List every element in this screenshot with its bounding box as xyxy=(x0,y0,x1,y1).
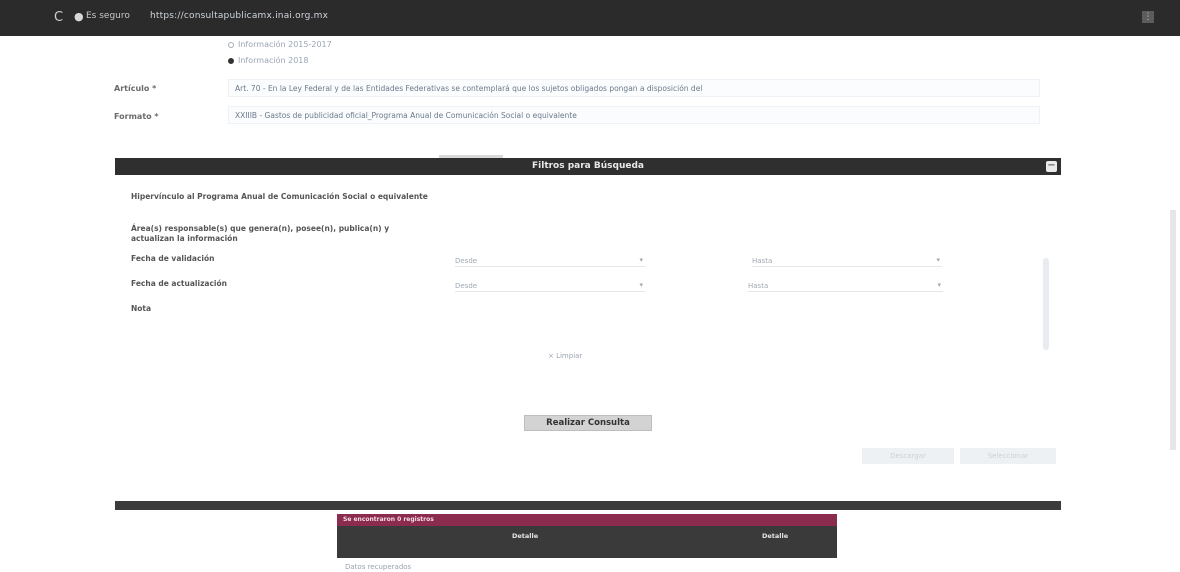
radio-option-2018[interactable]: Información 2018 xyxy=(228,56,308,65)
validacion-hasta-input[interactable]: Hasta ▾ xyxy=(752,255,942,267)
realizar-consulta-button[interactable]: Realizar Consulta xyxy=(524,415,652,431)
filters-title: Filtros para Búsqueda xyxy=(532,161,644,171)
column-header: Detalle xyxy=(762,532,789,540)
column-header: Detalle xyxy=(512,532,539,540)
radio-icon xyxy=(228,41,234,48)
menu-icon[interactable]: ⋮ xyxy=(1142,11,1154,23)
nota-label: Nota xyxy=(131,304,152,313)
filters-panel-header: Filtros para Búsqueda − xyxy=(115,155,1061,175)
address-bar[interactable]: https://consultapublicamx.inai.org.mx xyxy=(150,11,328,21)
browser-toolbar: C ● Es seguro https://consultapublicamx.… xyxy=(0,0,1180,36)
radio-option-2015-2017[interactable]: Información 2015-2017 xyxy=(228,40,332,49)
hasta-placeholder: Hasta xyxy=(748,282,769,290)
articulo-label: Artículo * xyxy=(114,84,157,93)
footer-note: Datos recuperados xyxy=(345,563,412,571)
formato-label: Formato * xyxy=(114,112,159,121)
results-table-header: Detalle Detalle xyxy=(337,526,837,558)
articulo-select[interactable]: Art. 70 - En la Ley Federal y de las Ent… xyxy=(228,79,1040,97)
actualizacion-hasta-input[interactable]: Hasta ▾ xyxy=(748,280,943,292)
validacion-desde-input[interactable]: Desde ▾ xyxy=(455,255,645,267)
limpiar-link[interactable]: × Limpiar xyxy=(548,352,582,360)
chevron-down-icon: ▾ xyxy=(936,256,940,264)
chevron-down-icon: ▾ xyxy=(639,256,643,264)
fecha-validacion-label: Fecha de validación xyxy=(131,254,215,263)
reload-icon[interactable]: C xyxy=(54,10,63,25)
radio-label: Información 2018 xyxy=(238,56,309,65)
radio-checked-icon xyxy=(228,57,234,64)
radio-label: Información 2015-2017 xyxy=(238,40,332,49)
filters-scrollbar[interactable] xyxy=(1043,258,1049,350)
seleccionar-button[interactable]: Seleccionar xyxy=(960,448,1056,464)
results-count: Se encontraron 0 registros xyxy=(337,514,837,526)
security-label: Es seguro xyxy=(86,11,130,21)
descargar-button[interactable]: Descargar xyxy=(862,448,954,464)
chevron-down-icon: ▾ xyxy=(639,281,643,289)
areas-label: Área(s) responsable(s) que genera(n), po… xyxy=(131,224,390,243)
chevron-down-icon: ▾ xyxy=(937,281,941,289)
desde-placeholder: Desde xyxy=(455,282,478,290)
tab-indicator xyxy=(439,155,503,158)
actualizacion-desde-input[interactable]: Desde ▾ xyxy=(455,280,645,292)
programa-label: Hipervínculo al Programa Anual de Comuni… xyxy=(131,192,428,201)
hasta-placeholder: Hasta xyxy=(752,257,773,265)
desde-placeholder: Desde xyxy=(455,257,478,265)
results-divider xyxy=(115,501,1061,510)
lock-icon: ● xyxy=(74,10,84,23)
collapse-icon[interactable]: − xyxy=(1046,161,1057,172)
page-scrollbar[interactable] xyxy=(1170,210,1176,450)
fecha-actualizacion-label: Fecha de actualización xyxy=(131,279,227,288)
formato-select[interactable]: XXIIIB - Gastos de publicidad oficial_Pr… xyxy=(228,106,1040,124)
